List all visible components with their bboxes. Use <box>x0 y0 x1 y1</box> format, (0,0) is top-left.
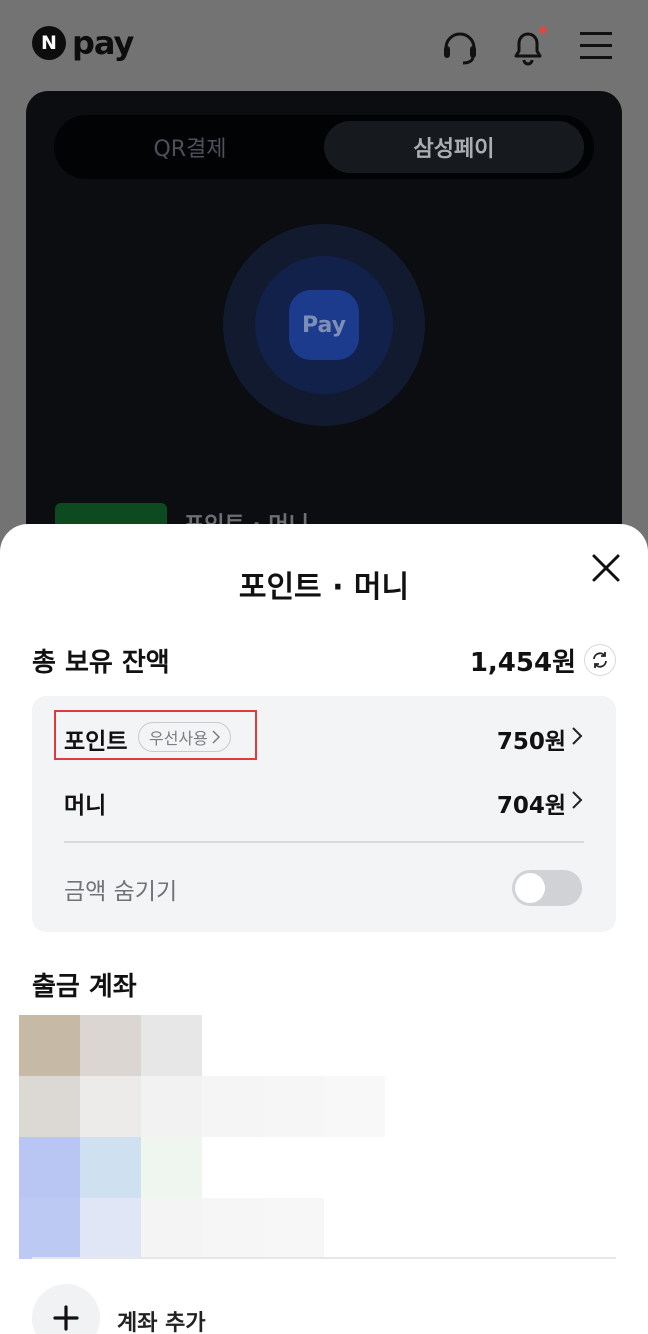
annotation-highlight-box <box>54 710 257 760</box>
refresh-button[interactable] <box>584 644 616 676</box>
add-account-label[interactable]: 계좌 추가 <box>117 1305 206 1334</box>
npay-logo[interactable]: N pay <box>32 24 134 62</box>
chevron-right-icon <box>572 791 583 809</box>
plus-icon <box>53 1305 79 1331</box>
add-account-button[interactable] <box>32 1284 100 1334</box>
logo-text: pay <box>72 24 134 62</box>
close-icon[interactable] <box>586 548 626 588</box>
tab-samsung-pay[interactable]: 삼성페이 <box>324 121 584 173</box>
money-row[interactable]: 머니 704원 <box>64 780 584 820</box>
headset-icon[interactable] <box>440 26 480 66</box>
account-divider <box>32 1257 616 1259</box>
blurred-account-list <box>19 1015 619 1259</box>
logo-mark: N <box>32 26 66 60</box>
tab-qr-payment[interactable]: QR결제 <box>60 121 320 173</box>
withdrawal-account-title: 출금 계좌 <box>32 972 137 1002</box>
payment-card: QR결제 삼성페이 Pay 포인트 · 머니 <box>26 91 622 551</box>
total-balance-label: 총 보유 잔액 <box>32 648 170 678</box>
notification-dot <box>539 26 547 34</box>
samsung-pay-button[interactable]: Pay <box>289 290 359 360</box>
hide-amount-label: 금액 숨기기 <box>64 879 178 905</box>
points-money-sheet: 포인트 · 머니 총 보유 잔액 1,454원 포인트 우선사용 750원 머니… <box>0 524 648 1334</box>
refresh-icon <box>593 652 607 668</box>
payment-type-tabs: QR결제 삼성페이 <box>54 115 594 179</box>
sheet-title: 포인트 · 머니 <box>238 570 410 605</box>
balance-divider <box>64 841 584 843</box>
point-amount: 750원 <box>496 729 566 755</box>
menu-icon[interactable] <box>577 26 617 66</box>
top-bar: N pay <box>0 0 648 90</box>
money-label: 머니 <box>64 793 107 819</box>
money-amount: 704원 <box>496 793 566 819</box>
notification-bell-icon[interactable] <box>508 26 548 66</box>
total-balance-amount: 1,454원 <box>469 648 576 678</box>
chevron-right-icon <box>572 727 583 745</box>
hide-amount-toggle[interactable] <box>512 870 582 906</box>
toggle-knob <box>515 873 545 903</box>
